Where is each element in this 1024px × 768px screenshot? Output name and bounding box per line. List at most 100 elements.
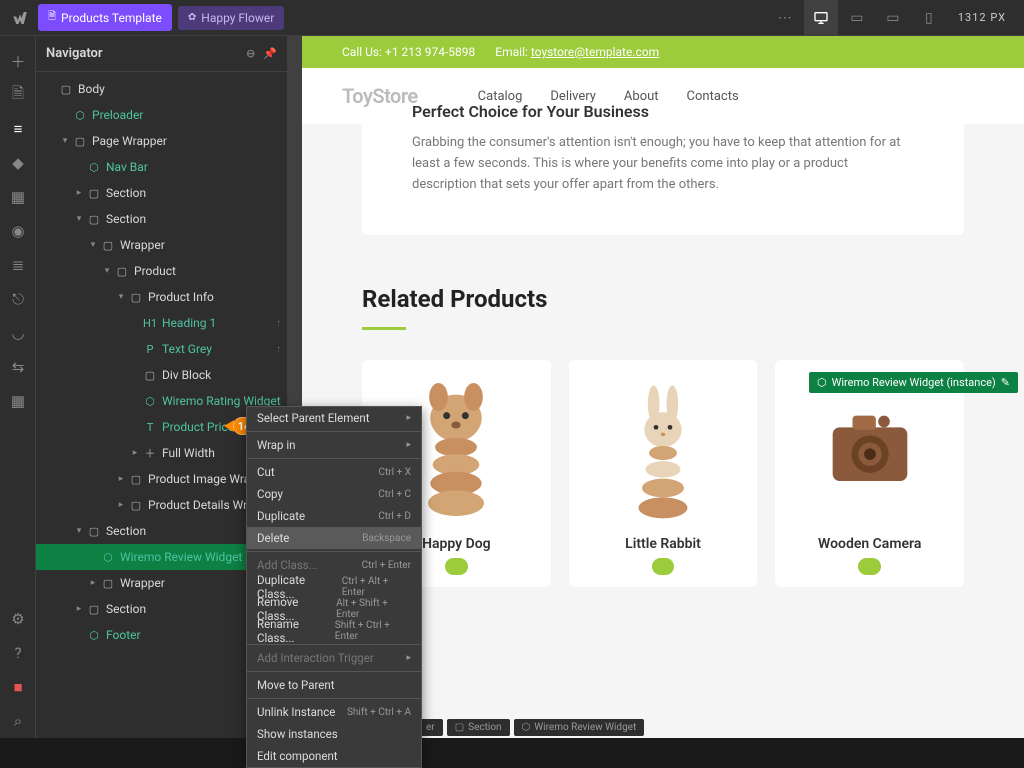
tree-wrapper[interactable]: ▾▢Wrapper [36,232,287,258]
tree-textgrey[interactable]: PText Grey↑ [36,336,287,362]
navigator-icon[interactable]: ≡ [0,112,36,146]
collapse-icon[interactable]: ⊖ [246,47,255,60]
tablet-portrait-button[interactable]: ▭ [840,0,874,36]
product-image [587,378,740,528]
components-icon[interactable]: ◆ [0,146,36,180]
section-icon: ▢ [86,603,102,616]
div-icon: ▢ [100,239,116,252]
settings-icon[interactable]: ⚙ [0,602,36,636]
tree-body[interactable]: ▢Body [36,76,287,102]
component-icon: ⬡ [86,629,102,642]
product-card[interactable]: Little Rabbit [569,360,758,587]
crumb[interactable]: ⬡Wiremo Review Widget [514,719,645,736]
webflow-logo-icon[interactable] [8,6,32,30]
component-icon: ⬡ [142,395,158,408]
heading-underline [362,327,406,330]
ctx-duplicate[interactable]: DuplicateCtrl + D [247,505,421,527]
product-card[interactable]: Wooden Camera [775,360,964,587]
ctx-add-interaction: Add Interaction Trigger▸ [247,647,421,669]
div-icon: ▢ [142,369,158,382]
card-text: Grabbing the consumer's attention isn't … [412,133,914,195]
component-icon: ⬡ [86,161,102,174]
ctx-move-to-parent[interactable]: Move to Parent [247,674,421,696]
product-name: Little Rabbit [587,536,740,552]
crumb[interactable]: ▢Section [447,719,510,736]
product-name: Wooden Camera [793,536,946,552]
tree-preloader[interactable]: ⬡Preloader [36,102,287,128]
ctx-copy[interactable]: CopyCtrl + C [247,483,421,505]
component-tab[interactable]: ✿ Happy Flower [178,6,284,30]
product-image [793,378,946,528]
mobile-view-button[interactable]: ▯ [912,0,946,36]
edit-icon[interactable]: ✎ [1001,376,1010,389]
navigator-header: Navigator ⊖ 📌 [36,36,287,72]
tree-navbar[interactable]: ⬡Nav Bar [36,154,287,180]
div-icon: ▢ [128,291,144,304]
brand-logo[interactable]: ToyStore [342,84,418,108]
pin-icon[interactable]: 📌 [263,47,277,60]
email-link[interactable]: toystore@template.com [531,45,659,59]
component-icon: ⬡ [72,109,88,122]
email-text: Email: toystore@template.com [495,45,659,59]
add-elements-icon[interactable]: ＋ [0,44,36,78]
ctx-select-parent[interactable]: Select Parent Element▸ [247,407,421,429]
canvas-size: 1312 PX [948,11,1016,24]
panel-title: Navigator [46,46,103,61]
div-icon: ▢ [114,265,130,278]
left-toolbar: ＋ 🗎 ≡ ◆ ▦ ◉ ≣ ⎋ ◡ ⇆ ▦ ⚙ ? ■ ⌕ [0,36,36,738]
body-icon: ▢ [58,83,74,96]
apps-icon[interactable]: ▦ [0,384,36,418]
help-icon[interactable]: ? [0,636,36,670]
nav-link[interactable]: Contacts [687,89,739,104]
product-grid: Happy Dog Little Rabbit Wooden Camera [362,360,964,587]
tree-heading[interactable]: H1Heading 1↑ [36,310,287,336]
ctx-unlink-instance[interactable]: Unlink InstanceShift + Ctrl + A [247,701,421,723]
search-icon[interactable]: ⌕ [0,704,36,738]
div-icon: ▢ [128,499,144,512]
selected-element-badge[interactable]: ⬡Wiremo Review Widget (instance)✎ [809,372,1018,393]
ctx-show-instances[interactable]: Show instances [247,723,421,745]
ctx-edit-component[interactable]: Edit component [247,745,421,767]
ecommerce-icon[interactable]: ⎋ [0,282,36,316]
section-icon: ▢ [86,525,102,538]
tablet-landscape-button[interactable]: ▭ [876,0,910,36]
tree-divblock[interactable]: ▢Div Block [36,362,287,388]
logic-icon[interactable]: ⇆ [0,350,36,384]
page-tab[interactable]: 🗎Products Template [38,4,172,31]
description-card: Perfect Choice for Your Business Grabbin… [362,94,964,235]
div-icon: ▢ [128,473,144,486]
component-icon: ✿ [188,12,196,23]
ctx-wrap-in[interactable]: Wrap in▸ [247,434,421,456]
tree-pagewrapper[interactable]: ▾▢Page Wrapper [36,128,287,154]
users-icon[interactable]: ◡ [0,316,36,350]
ctx-cut[interactable]: CutCtrl + X [247,461,421,483]
heading-icon: H1 [142,317,158,330]
tab-label: Happy Flower [201,11,274,25]
more-icon[interactable]: ⋯ [768,0,802,36]
tree-product[interactable]: ▾▢Product [36,258,287,284]
price-badge [652,558,674,575]
tab-label: Products Template [61,11,162,25]
context-menu: Select Parent Element▸ Wrap in▸ CutCtrl … [246,406,422,768]
pages-icon[interactable]: 🗎 [0,78,36,112]
ctx-delete[interactable]: DeleteBackspace [247,527,421,549]
tree-section[interactable]: ▸▢Section [36,180,287,206]
plus-icon: ＋ [142,445,158,461]
assets-icon[interactable]: ▦ [0,180,36,214]
desktop-view-button[interactable] [804,0,838,36]
ctx-rename-class[interactable]: Rename Class...Shift + Ctrl + Enter [247,620,421,642]
tree-productinfo[interactable]: ▾▢Product Info [36,284,287,310]
component-icon: ⬡ [100,551,116,564]
phone-text: Call Us: +1 213 974-5898 [342,45,475,59]
tree-section[interactable]: ▾▢Section [36,206,287,232]
section-icon: ▢ [86,213,102,226]
price-badge [858,558,880,575]
related-heading: Related Products [362,285,964,313]
div-icon: ▢ [100,577,116,590]
video-icon[interactable]: ■ [0,670,36,704]
styles-icon[interactable]: ◉ [0,214,36,248]
cms-icon[interactable]: ≣ [0,248,36,282]
paragraph-icon: P [142,343,158,356]
announcement-bar: Call Us: +1 213 974-5898 Email: toystore… [302,36,1024,68]
div-icon: ▢ [72,135,88,148]
